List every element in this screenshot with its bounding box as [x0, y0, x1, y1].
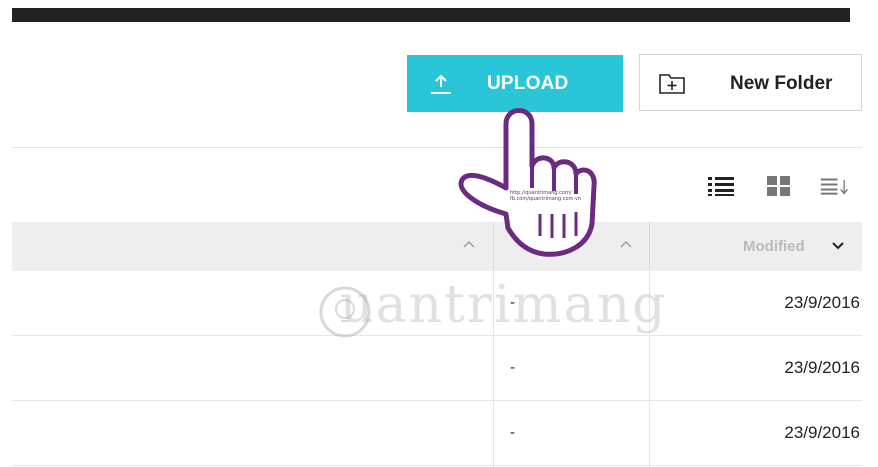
sort-size-caret-icon[interactable] — [620, 240, 632, 248]
row-size: - — [510, 424, 515, 441]
table-row[interactable]: - 23/9/2016 — [12, 401, 862, 466]
upload-label: UPLOAD — [487, 73, 569, 94]
column-separator — [493, 222, 494, 271]
row-modified: 23/9/2016 — [784, 293, 860, 312]
new-folder-button[interactable]: New Folder — [639, 54, 862, 111]
row-size: - — [510, 359, 515, 376]
new-folder-icon — [659, 74, 685, 94]
upload-icon — [431, 74, 451, 94]
toolbar-divider — [12, 147, 862, 148]
svg-text:http://quantrimang.com/: http://quantrimang.com/ — [510, 190, 572, 196]
list-view-icon[interactable] — [706, 173, 736, 199]
column-separator — [649, 222, 650, 271]
table-row[interactable]: - 23/9/2016 — [12, 336, 862, 401]
table-header: Modified — [12, 222, 862, 271]
chevron-down-icon[interactable] — [832, 242, 844, 250]
top-bar — [12, 8, 850, 22]
svg-text:fb.com/quantrimang.com.vn: fb.com/quantrimang.com.vn — [510, 196, 581, 202]
table-row[interactable]: - 23/9/2016 — [12, 271, 862, 336]
modified-column-header[interactable]: Modified — [743, 238, 805, 255]
grid-view-icon[interactable] — [764, 173, 794, 199]
row-modified: 23/9/2016 — [784, 423, 860, 442]
upload-button[interactable]: UPLOAD — [407, 55, 623, 112]
row-size: - — [510, 294, 515, 311]
row-modified: 23/9/2016 — [784, 358, 860, 377]
sort-name-caret-icon[interactable] — [463, 240, 475, 248]
new-folder-label: New Folder — [730, 73, 833, 94]
sort-icon[interactable] — [820, 173, 850, 199]
